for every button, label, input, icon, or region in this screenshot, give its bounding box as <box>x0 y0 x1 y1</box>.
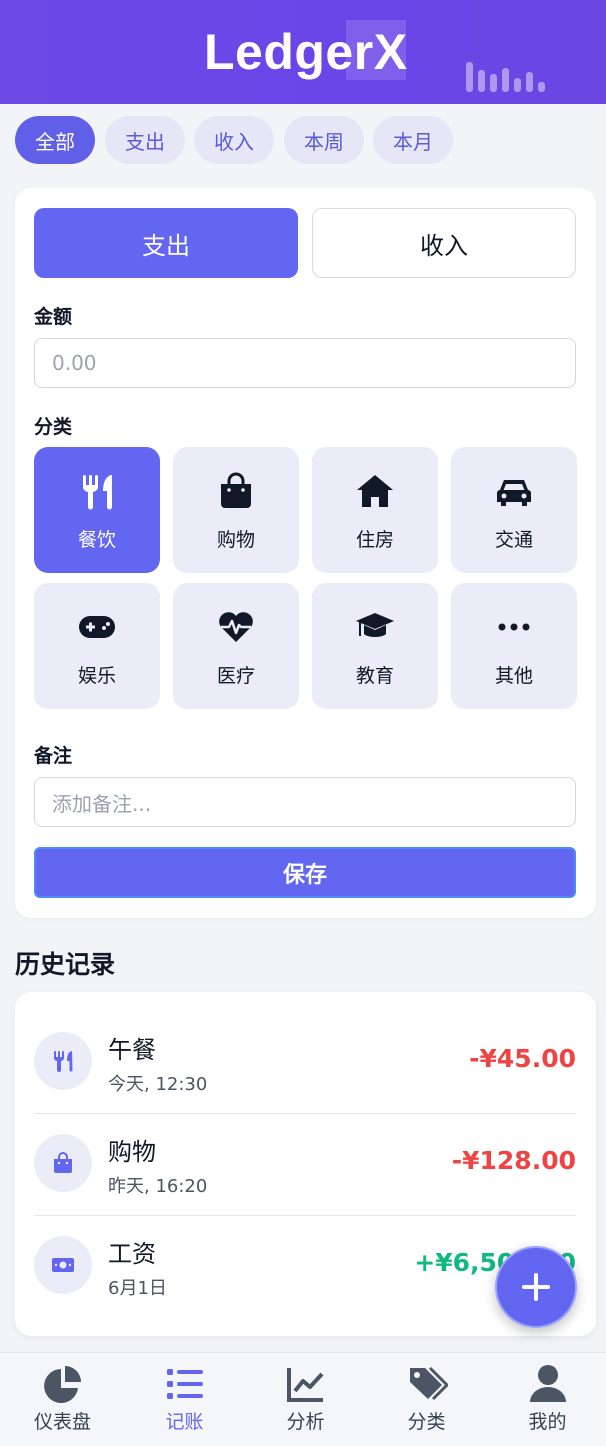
nav-item-analysis[interactable]: 分析 <box>245 1353 366 1446</box>
nav-label-records: 记账 <box>165 1411 204 1433</box>
tags-icon <box>410 1366 448 1401</box>
utensils-icon <box>82 475 112 510</box>
history-item-time: 今天, 12:30 <box>108 1074 208 1095</box>
filter-chip-expense[interactable]: 支出 <box>105 116 185 164</box>
filter-chip-income[interactable]: 收入 <box>194 116 274 164</box>
category-label-other: 其他 <box>494 665 533 687</box>
nav-item-records[interactable]: 记账 <box>124 1353 245 1446</box>
category-label-medical: 医疗 <box>216 665 255 687</box>
car-icon <box>497 480 531 506</box>
filter-chip-month[interactable]: 本月 <box>373 116 453 164</box>
filter-chip-week[interactable]: 本周 <box>284 116 364 164</box>
category-label-housing: 住房 <box>355 529 394 551</box>
nav-label-profile: 我的 <box>528 1411 567 1433</box>
shopping-bag-icon <box>221 472 251 508</box>
history-row[interactable]: 工资 6月1日 +¥6,500.00 <box>34 1216 576 1318</box>
category-entertainment[interactable]: 娱乐 <box>34 583 160 709</box>
category-education[interactable]: 教育 <box>312 583 438 709</box>
utensils-icon <box>53 1051 73 1072</box>
history-avatar <box>34 1134 92 1192</box>
amount-input[interactable]: 0.00 <box>34 338 576 388</box>
filter-chip-all[interactable]: 全部 <box>15 116 95 164</box>
gamepad-icon <box>79 616 115 638</box>
nav-item-categories[interactable]: 分类 <box>366 1353 487 1446</box>
category-label-shopping: 购物 <box>216 529 255 551</box>
user-icon <box>530 1365 566 1402</box>
category-dining[interactable]: 餐饮 <box>34 447 160 573</box>
graduation-cap-icon <box>356 613 394 637</box>
bottom-nav: 仪表盘 记账 分析 分类 我的 <box>0 1352 606 1446</box>
nav-label-dashboard: 仪表盘 <box>33 1411 91 1433</box>
heart-pulse-icon <box>219 612 253 642</box>
category-label-entertainment: 娱乐 <box>77 665 116 687</box>
amount-label: 金额 <box>34 306 73 328</box>
history-item-time: 昨天, 16:20 <box>108 1176 208 1197</box>
history-item-title: 购物 <box>108 1138 156 1166</box>
history-avatar <box>34 1236 92 1294</box>
shopping-bag-icon <box>54 1152 72 1173</box>
history-row[interactable]: 购物 昨天, 16:20 -¥128.00 <box>34 1114 576 1216</box>
pie-chart-icon <box>44 1366 81 1403</box>
history-item-title: 午餐 <box>108 1036 156 1064</box>
app-header: LedgerX <box>0 0 606 104</box>
save-button[interactable]: 保存 <box>34 847 576 898</box>
history-item-amount: -¥128.00 <box>451 1146 576 1175</box>
category-housing[interactable]: 住房 <box>312 447 438 573</box>
income-toggle-button[interactable]: 收入 <box>312 208 576 278</box>
add-record-button[interactable] <box>495 1246 577 1328</box>
category-other[interactable]: 其他 <box>451 583 577 709</box>
category-medical[interactable]: 医疗 <box>173 583 299 709</box>
nav-label-categories: 分类 <box>407 1411 446 1433</box>
list-icon <box>167 1369 203 1399</box>
history-item-amount: -¥45.00 <box>469 1044 576 1073</box>
plus-icon <box>522 1273 550 1301</box>
nav-item-dashboard[interactable]: 仪表盘 <box>2 1353 123 1446</box>
history-title: 历史记录 <box>15 950 116 979</box>
note-input[interactable]: 添加备注... <box>34 777 576 827</box>
nav-item-profile[interactable]: 我的 <box>487 1353 606 1446</box>
history-item-time: 6月1日 <box>108 1278 167 1299</box>
line-chart-icon <box>287 1368 324 1402</box>
bars-decoration-icon <box>466 58 546 92</box>
entry-form-card: 支出 收入 金额 0.00 分类 餐饮 购物 住房 交通 娱乐 医疗 教育 其他… <box>15 188 596 918</box>
category-transport[interactable]: 交通 <box>451 447 577 573</box>
more-icon <box>498 623 530 631</box>
category-shopping[interactable]: 购物 <box>173 447 299 573</box>
history-avatar <box>34 1032 92 1090</box>
category-label-transport: 交通 <box>494 529 533 551</box>
category-label-education: 教育 <box>355 665 394 687</box>
money-bill-icon <box>52 1258 74 1272</box>
category-label-dining: 餐饮 <box>77 529 116 551</box>
history-item-title: 工资 <box>108 1240 156 1268</box>
app-logo: LedgerX <box>204 24 408 80</box>
nav-label-analysis: 分析 <box>286 1411 325 1433</box>
expense-toggle-button[interactable]: 支出 <box>34 208 298 278</box>
note-label: 备注 <box>34 745 73 767</box>
home-icon <box>357 475 393 507</box>
history-row[interactable]: 午餐 今天, 12:30 -¥45.00 <box>34 1012 576 1114</box>
category-label: 分类 <box>34 416 73 438</box>
